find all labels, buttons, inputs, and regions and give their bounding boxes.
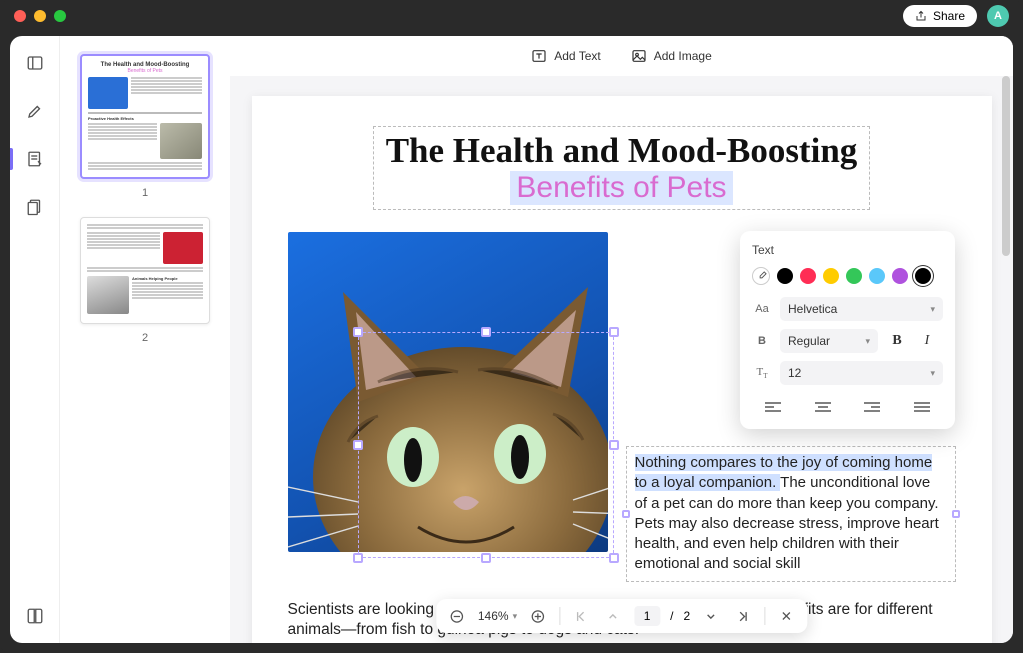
panel-title: Text xyxy=(752,243,943,257)
add-image-button[interactable]: Add Image xyxy=(631,48,712,64)
color-green[interactable] xyxy=(846,268,862,284)
align-center-button[interactable] xyxy=(804,397,842,419)
color-custom[interactable] xyxy=(915,268,931,284)
color-yellow[interactable] xyxy=(823,268,839,284)
last-page-button[interactable] xyxy=(732,605,754,627)
page-input[interactable] xyxy=(634,606,660,626)
left-rail xyxy=(10,36,60,643)
titlebar: Share A xyxy=(0,0,1023,32)
resize-handle-br[interactable] xyxy=(609,553,619,563)
resize-handle-tr[interactable] xyxy=(609,327,619,337)
chevron-down-icon: ▾ xyxy=(513,611,518,622)
align-right-button[interactable] xyxy=(853,397,891,419)
resize-handle-bm[interactable] xyxy=(481,553,491,563)
chevron-down-icon: ▾ xyxy=(865,336,870,347)
add-text-label: Add Text xyxy=(554,49,600,63)
color-pink[interactable] xyxy=(800,268,816,284)
font-select[interactable]: Helvetica▾ xyxy=(780,297,943,321)
highlighter-icon[interactable] xyxy=(24,100,46,122)
color-blue[interactable] xyxy=(869,268,885,284)
resize-handle-ml[interactable] xyxy=(353,440,363,450)
zoom-select[interactable]: 146%▾ xyxy=(478,609,517,623)
thumbnail-page-1[interactable]: The Health and Mood-Boosting Benefits of… xyxy=(80,54,210,179)
close-bar-button[interactable] xyxy=(775,605,797,627)
bold-button[interactable]: B xyxy=(886,330,908,352)
share-icon xyxy=(915,10,927,22)
eyedropper-button[interactable] xyxy=(752,267,770,285)
bottom-bar: 146%▾ / 2 xyxy=(436,599,807,633)
edit-text-icon[interactable] xyxy=(24,148,46,170)
maximize-window[interactable] xyxy=(54,10,66,22)
align-left-button[interactable] xyxy=(754,397,792,419)
italic-button[interactable]: I xyxy=(916,330,938,352)
align-justify-button[interactable] xyxy=(903,397,941,419)
body-text-box[interactable]: Nothing compares to the joy of coming ho… xyxy=(626,446,956,582)
resize-handle-tl[interactable] xyxy=(353,327,363,337)
image-selection[interactable] xyxy=(358,332,614,558)
minimize-window[interactable] xyxy=(34,10,46,22)
share-label: Share xyxy=(933,9,965,23)
thumbnail-page-2[interactable]: Animals Helping People xyxy=(80,217,210,324)
chevron-down-icon: ▾ xyxy=(930,304,935,315)
weight-label: B xyxy=(752,335,772,347)
title-text-box[interactable]: The Health and Mood-Boosting Benefits of… xyxy=(373,126,871,210)
resize-handle-bl[interactable] xyxy=(353,553,363,563)
avatar[interactable]: A xyxy=(987,5,1009,27)
textbox-handle-right[interactable] xyxy=(952,510,960,518)
chevron-down-icon: ▾ xyxy=(930,368,935,379)
color-row xyxy=(752,267,943,285)
scrollbar[interactable] xyxy=(1002,76,1010,256)
add-image-label: Add Image xyxy=(654,49,712,63)
thumbnail-panel: The Health and Mood-Boosting Benefits of… xyxy=(60,36,230,643)
size-label: TT xyxy=(752,366,772,380)
font-label: Aa xyxy=(752,303,772,315)
next-page-button[interactable] xyxy=(700,605,722,627)
text-icon xyxy=(531,48,547,64)
page-title: The Health and Mood-Boosting xyxy=(386,131,858,171)
resize-handle-mr[interactable] xyxy=(609,440,619,450)
color-purple[interactable] xyxy=(892,268,908,284)
toolbar: Add Text Add Image xyxy=(230,36,1013,76)
panel-toggle-icon[interactable] xyxy=(24,52,46,74)
page-total: 2 xyxy=(683,609,690,623)
close-window[interactable] xyxy=(14,10,26,22)
main-area: Add Text Add Image The Health and Mood-B… xyxy=(230,36,1013,643)
image-icon xyxy=(631,48,647,64)
prev-page-button[interactable] xyxy=(602,605,624,627)
share-button[interactable]: Share xyxy=(903,5,977,27)
thumbnail-number-2: 2 xyxy=(74,332,216,344)
text-properties-panel: Text Aa Helvetica▾ xyxy=(740,231,955,429)
color-black[interactable] xyxy=(777,268,793,284)
page-separator: / xyxy=(670,609,673,623)
weight-select[interactable]: Regular▾ xyxy=(780,329,878,353)
pages-icon[interactable] xyxy=(24,196,46,218)
book-icon[interactable] xyxy=(24,605,46,627)
editor-viewport[interactable]: The Health and Mood-Boosting Benefits of… xyxy=(230,76,1013,643)
window-controls xyxy=(14,10,66,22)
zoom-out-button[interactable] xyxy=(446,605,468,627)
thumbnail-number-1: 1 xyxy=(74,187,216,199)
first-page-button[interactable] xyxy=(570,605,592,627)
zoom-in-button[interactable] xyxy=(527,605,549,627)
page-subtitle: Benefits of Pets xyxy=(510,171,732,205)
resize-handle-tm[interactable] xyxy=(481,327,491,337)
add-text-button[interactable]: Add Text xyxy=(531,48,600,64)
textbox-handle-left[interactable] xyxy=(622,510,630,518)
cat-image[interactable] xyxy=(288,232,608,552)
size-select[interactable]: 12▾ xyxy=(780,361,943,385)
